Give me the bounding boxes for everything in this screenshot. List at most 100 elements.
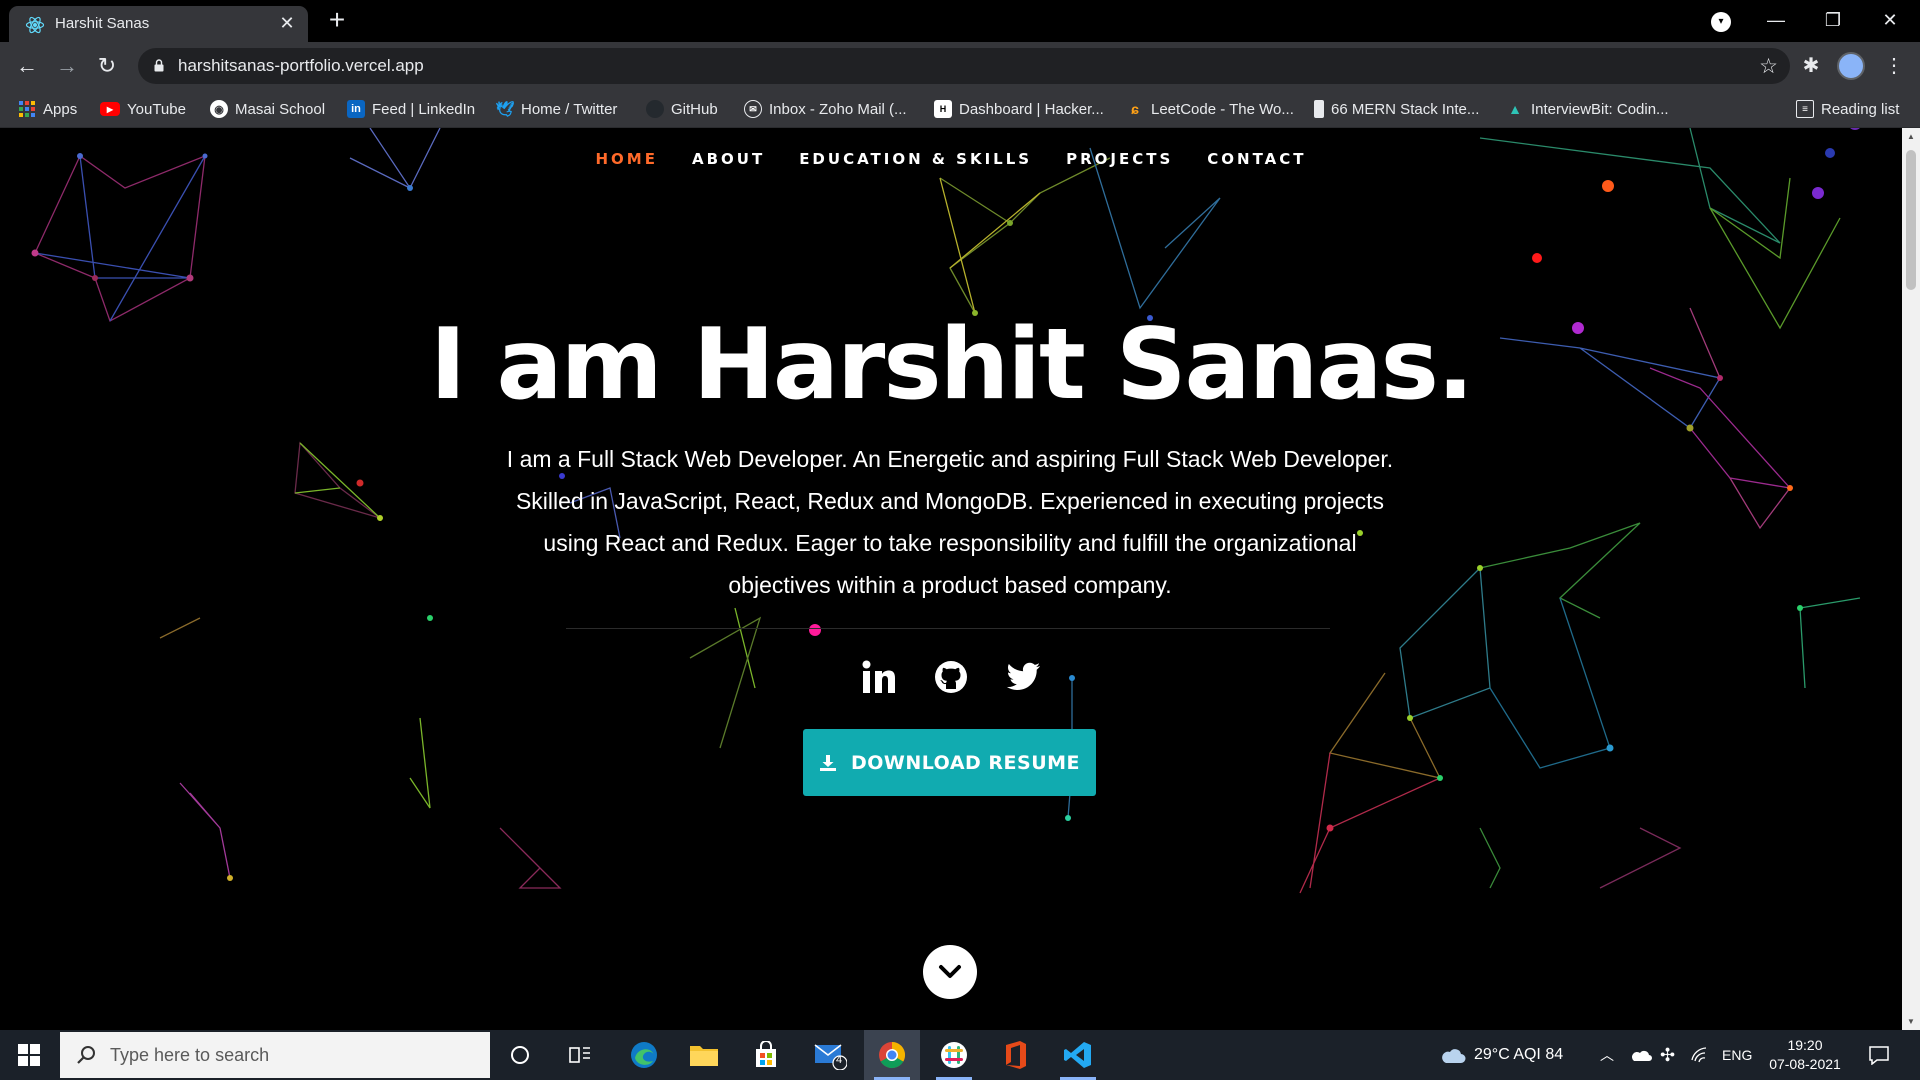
mail-icon[interactable]: 4 [802,1030,858,1080]
clock-date: 07-08-2021 [1769,1056,1841,1072]
youtube-icon: ▶ [100,102,120,116]
nav-contact[interactable]: CONTACT [1207,150,1306,168]
scrollbar-thumb[interactable] [1906,150,1916,290]
nav-about[interactable]: ABOUT [692,150,765,168]
windows-taskbar: Type here to search 4 29°C AQI 84 ︿ ✣ EN… [0,1030,1920,1080]
nav-projects[interactable]: PROJECTS [1066,150,1173,168]
github-icon [646,100,664,118]
weather-widget[interactable]: 29°C AQI 84 [1440,1030,1563,1080]
download-resume-button[interactable]: DOWNLOAD RESUME [803,729,1096,796]
interviewbit-icon: ▲ [1508,101,1522,117]
site-nav: HOME ABOUT EDUCATION & SKILLS PROJECTS C… [0,150,1902,168]
chrome-taskbar-icon[interactable] [864,1030,920,1080]
bookmark-twitter[interactable]: 🕊 Home / Twitter [495,97,617,121]
slack-icon[interactable] [926,1030,982,1080]
office-icon[interactable] [988,1030,1044,1080]
weather-text: 29°C AQI 84 [1474,1046,1564,1063]
browser-tab[interactable]: Harshit Sanas ✕ [9,6,308,42]
hero-description: I am a Full Stack Web Developer. An Ener… [506,446,1394,598]
scroll-up-arrow-icon[interactable]: ▲ [1906,132,1916,141]
scroll-down-arrow-icon[interactable]: ▼ [1906,1017,1916,1026]
reading-list-button[interactable]: ≡ Reading list [1796,97,1899,121]
page-scrollbar[interactable]: ▲ ▼ [1902,128,1920,1030]
bookmarks-bar: Apps ▶ YouTube ◉ Masai School in Feed | … [0,90,1920,128]
file-explorer-icon[interactable] [676,1030,732,1080]
url-text: harshitsanas-portfolio.vercel.app [178,56,424,75]
clock-time: 19:20 [1787,1037,1823,1053]
language-text: ENG [1722,1047,1753,1063]
browser-toolbar: ← → ↻ harshitsanas-portfolio.vercel.app … [0,42,1920,90]
linkedin-icon: in [347,100,365,118]
bookmark-label: Feed | LinkedIn [372,100,476,118]
bookmark-label: Dashboard | Hacker... [959,100,1104,118]
linkedin-icon[interactable] [860,658,898,696]
windows-start-icon[interactable] [0,1030,58,1080]
bookmark-page-icon [1314,100,1324,118]
bookmark-label: LeetCode - The Wo... [1151,100,1294,118]
zoho-mail-icon: ✉ [744,100,762,118]
profile-avatar[interactable] [1837,52,1865,80]
window-close-icon[interactable]: ✕ [1870,6,1910,34]
cloud-icon [1442,1049,1466,1063]
github-icon[interactable] [932,658,970,696]
taskbar-clock[interactable]: 19:20 07-08-2021 [1755,1036,1855,1074]
bookmark-leetcode[interactable]: ɕ LeetCode - The Wo... [1126,97,1294,121]
taskbar-search-input[interactable]: Type here to search [60,1032,490,1078]
twitter-icon[interactable] [1004,658,1042,696]
bookmark-label: Apps [43,100,78,118]
show-hidden-icons[interactable]: ︿ [1600,1030,1614,1080]
bookmark-linkedin[interactable]: in Feed | LinkedIn [347,97,475,121]
bookmark-star-icon[interactable]: ☆ [1759,54,1778,79]
chevron-up-icon: ︿ [1600,1047,1614,1063]
search-placeholder: Type here to search [110,1044,270,1065]
bookmark-interviewbit[interactable]: ▲ InterviewBit: Codin... [1506,97,1669,121]
portfolio-page: HOME ABOUT EDUCATION & SKILLS PROJECTS C… [0,128,1902,1030]
tab-title: Harshit Sanas [55,15,150,32]
bookmark-label: Inbox - Zoho Mail (... [769,100,907,118]
minimize-icon[interactable]: — [1756,6,1796,34]
network-app-icon[interactable]: ✣ [1660,1030,1675,1080]
cortana-icon[interactable] [492,1030,548,1080]
hero-heading: I am Harshit Sanas. [429,308,1474,422]
vscode-icon[interactable] [1050,1030,1106,1080]
tab-search-icon[interactable]: ▾ [1711,12,1731,32]
scroll-down-button[interactable] [923,945,977,999]
back-icon[interactable]: ← [12,51,42,81]
edge-icon[interactable] [616,1030,672,1080]
bookmark-github[interactable]: GitHub [646,97,718,121]
bookmark-label: GitHub [671,100,718,118]
bookmark-label: 66 MERN Stack Inte... [1331,100,1480,118]
bookmark-label: InterviewBit: Codin... [1531,100,1669,118]
bookmark-apps[interactable]: Apps [18,97,77,121]
new-tab-button[interactable]: + [322,6,352,36]
bookmark-zoho[interactable]: ✉ Inbox - Zoho Mail (... [744,97,907,121]
extensions-icon[interactable]: ✱ [1797,52,1825,80]
nav-home[interactable]: HOME [595,150,657,168]
tab-strip: Harshit Sanas ✕ + ▾ — ❐ ✕ [0,0,1920,42]
bookmark-label: YouTube [127,100,186,118]
notifications-icon[interactable] [1868,1030,1890,1080]
tab-close-icon[interactable]: ✕ [276,12,298,34]
forward-icon[interactable]: → [52,51,82,81]
restore-icon[interactable]: ❐ [1813,6,1853,34]
menu-kebab-icon[interactable]: ⋮ [1880,52,1908,80]
search-icon [77,1046,95,1064]
task-view-icon[interactable] [552,1030,608,1080]
bookmark-youtube[interactable]: ▶ YouTube [100,97,186,121]
microsoft-store-icon[interactable] [738,1030,794,1080]
wifi-icon[interactable] [1690,1030,1710,1080]
bookmark-hackerrank[interactable]: H Dashboard | Hacker... [934,97,1104,121]
lock-icon [154,59,164,72]
reload-icon[interactable]: ↻ [92,51,122,81]
chevron-down-icon [939,965,961,978]
bookmark-masai[interactable]: ◉ Masai School [210,97,325,121]
address-bar[interactable]: harshitsanas-portfolio.vercel.app ☆ [138,48,1790,84]
bookmark-mern[interactable]: 66 MERN Stack Inte... [1314,97,1479,121]
download-resume-label: DOWNLOAD RESUME [850,751,1081,774]
twitter-icon: 🕊 [495,101,515,118]
language-indicator[interactable]: ENG [1722,1030,1752,1080]
react-favicon-icon [25,16,45,34]
onedrive-icon[interactable] [1630,1030,1652,1080]
reading-list-label: Reading list [1821,100,1900,118]
nav-education-skills[interactable]: EDUCATION & SKILLS [799,150,1032,168]
